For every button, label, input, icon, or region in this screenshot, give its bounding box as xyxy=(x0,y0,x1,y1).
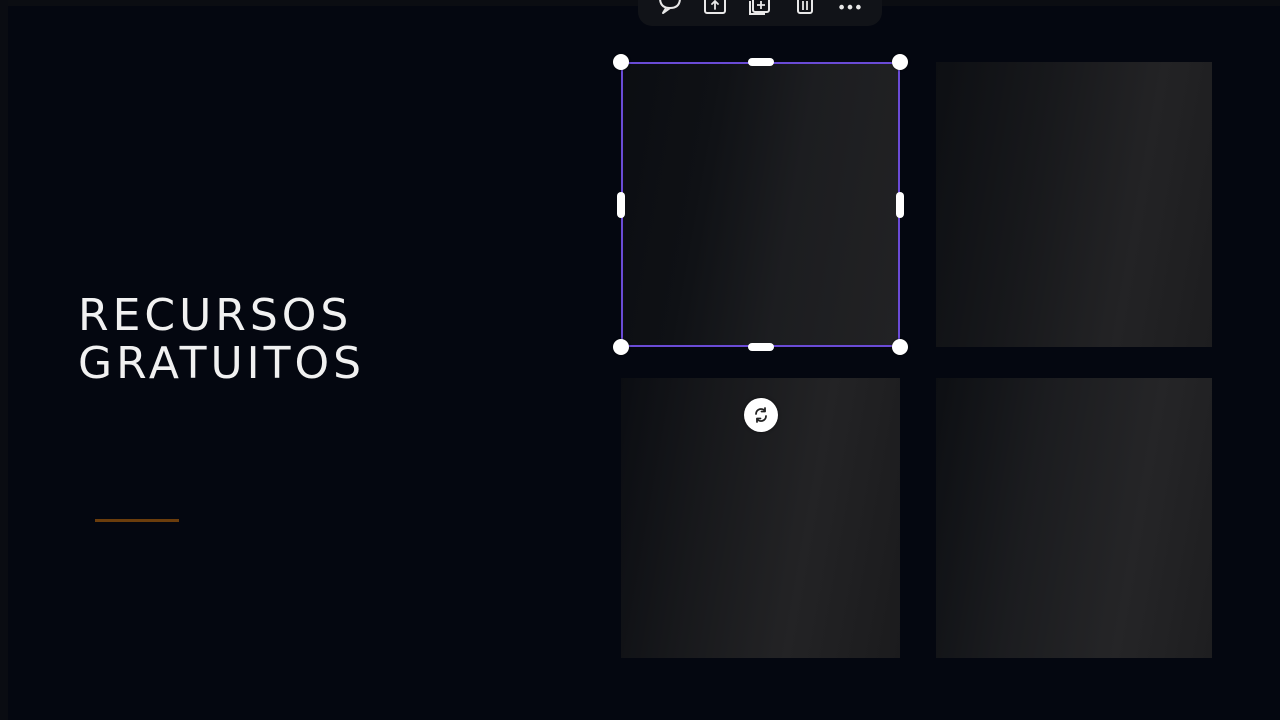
duplicate-icon xyxy=(748,0,770,15)
rotate-handle[interactable] xyxy=(744,398,778,432)
trash-icon xyxy=(796,0,813,14)
rotate-icon xyxy=(755,407,767,423)
resize-handle-left[interactable] xyxy=(617,192,625,218)
title-line-2: GRATUITOS xyxy=(78,338,366,389)
image-placeholder-4[interactable] xyxy=(936,378,1212,658)
resize-handle-top[interactable] xyxy=(748,58,774,66)
resize-handle-right[interactable] xyxy=(896,192,904,218)
resize-handle-bottom-left[interactable] xyxy=(613,339,629,355)
comment-icon xyxy=(659,0,682,14)
accent-line[interactable] xyxy=(95,519,179,522)
slide-title[interactable]: RECURSOS GRATUITOS xyxy=(78,292,365,388)
left-edge xyxy=(0,0,8,720)
delete-button[interactable] xyxy=(791,0,819,20)
upload-button[interactable] xyxy=(701,0,729,20)
comment-button[interactable] xyxy=(656,0,684,20)
resize-handle-top-right[interactable] xyxy=(892,54,908,70)
selection-box xyxy=(621,62,900,347)
more-button[interactable] xyxy=(836,0,864,20)
element-toolbar xyxy=(638,0,882,26)
slide-canvas[interactable]: RECURSOS GRATUITOS xyxy=(0,0,1280,720)
resize-handle-bottom-right[interactable] xyxy=(892,339,908,355)
image-placeholder-2[interactable] xyxy=(936,62,1212,347)
resize-handle-bottom[interactable] xyxy=(748,343,774,351)
more-icon xyxy=(838,4,861,10)
title-line-1: RECURSOS xyxy=(78,290,353,341)
duplicate-button[interactable] xyxy=(746,0,774,20)
upload-icon xyxy=(704,0,727,14)
resize-handle-top-left[interactable] xyxy=(613,54,629,70)
